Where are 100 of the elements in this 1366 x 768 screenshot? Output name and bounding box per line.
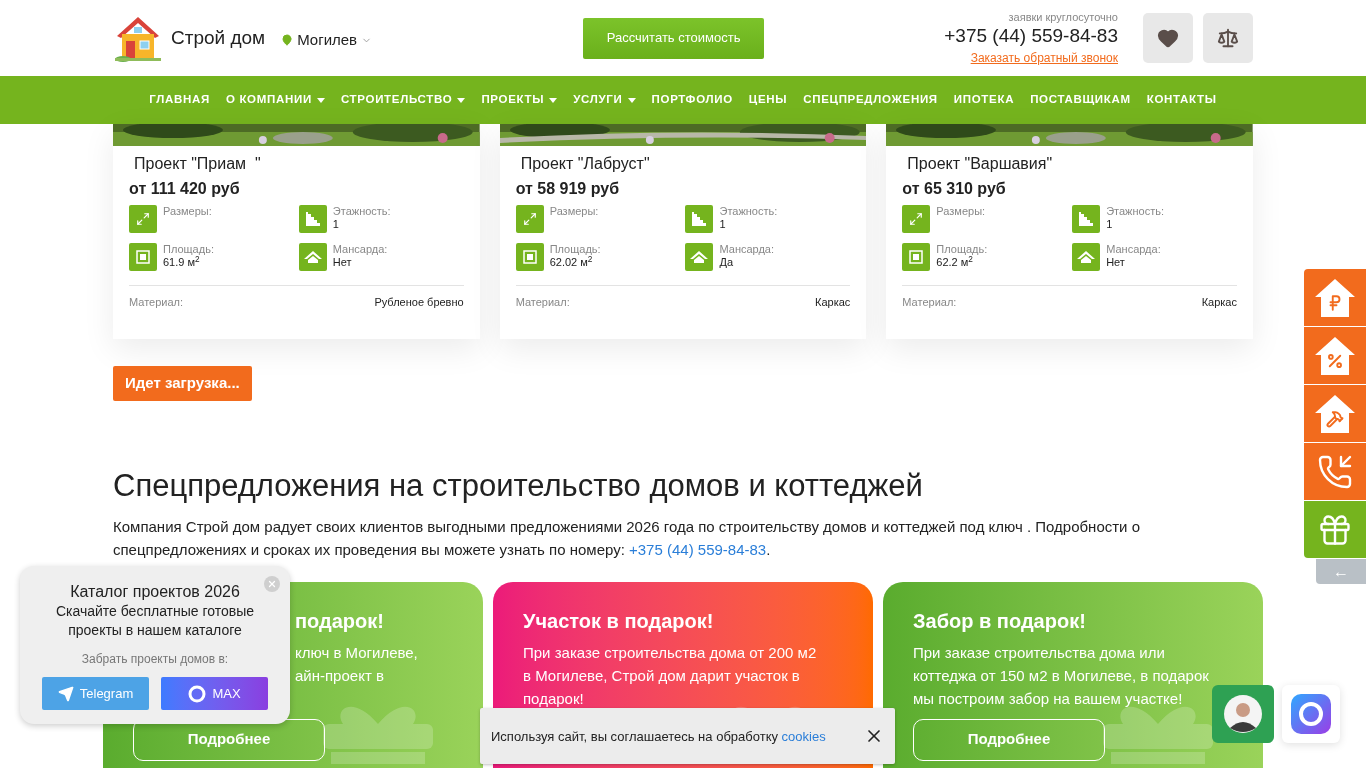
offer-title: Участок в подарок! [523, 608, 715, 633]
nav-link[interactable]: О КОМПАНИИ [225, 91, 325, 109]
spec-value: 62.02 м$^{2}$ [549, 256, 593, 269]
spec-value: Нет [332, 256, 353, 269]
nav-link[interactable]: ГЛАВНАЯ [149, 91, 210, 109]
project-title[interactable]: Проект "Варшавия" [902, 154, 1237, 174]
floor-plan-icon [129, 243, 157, 271]
nav-link[interactable]: СПЕЦПРЕДЛОЖЕНИЯ [803, 91, 938, 109]
floor-plan-icon [515, 243, 544, 271]
resize-icon [515, 205, 544, 233]
stairs-icon [685, 205, 714, 233]
nav-link[interactable]: ПОРТФОЛИО [651, 91, 733, 109]
collapse-tab[interactable]: ← [1316, 559, 1366, 584]
project-title[interactable]: Проект "Лабруст" [515, 154, 851, 174]
nav-link[interactable]: УСЛУГИ [573, 91, 636, 109]
spec-label: Размеры: [163, 205, 212, 218]
offer-text-line: ключ в Могилеве, [295, 642, 419, 663]
material-value: Каркас [815, 295, 851, 310]
offer-text-line: При заказе строительства дома от 200 м2 [523, 642, 818, 663]
nav-link[interactable]: ПОСТАВЩИКАМ [1030, 91, 1131, 109]
spec-label: Размеры: [936, 205, 986, 218]
offer-title: Забор в подарок! [913, 608, 1087, 633]
percent-house-icon [1314, 334, 1356, 377]
offer-text-line: подарок! [523, 688, 585, 709]
calculate-cost-button[interactable]: Рассчитать стоимость [583, 17, 765, 59]
logo-text[interactable]: Строй дом [171, 23, 266, 53]
compare-button[interactable] [1203, 13, 1253, 63]
material-value: Каркас [1201, 295, 1237, 310]
section-intro: Компания Строй дом радует своих клиентов выгодными предложениями 2026 года по строительству домов и коттеджей под ключ . Подробности о спецпредложениях и сроках их проведения вы можете узнать по номеру: +375 (44) 559-84-83. [113, 516, 1141, 560]
hours-note: заявки круглосуточно [1008, 10, 1118, 24]
spec-value: 1 [719, 218, 727, 231]
more-button[interactable]: Подробнее [913, 718, 1105, 761]
popup-text: Скачайте бесплатные готовые проекты в нашем каталоге [54, 602, 256, 640]
telegram-button[interactable]: Telegram [42, 677, 149, 710]
spec-label: Мансарда: [1106, 243, 1161, 256]
consultant-chat-button[interactable] [1212, 685, 1274, 743]
offer-text-line: айн-проект в [295, 665, 385, 686]
heart-icon [1157, 27, 1179, 49]
cookies-link[interactable]: cookies [781, 728, 826, 744]
popup-title: Каталог проектов 2026 [70, 582, 240, 602]
max-chat-button[interactable] [1282, 685, 1340, 743]
max-button[interactable]: MAX [161, 677, 268, 710]
material-value: Рубленое бревно [374, 295, 464, 310]
spec-label: Этажность: [719, 205, 778, 218]
spec-value: Да [719, 256, 735, 269]
resize-icon [129, 205, 157, 233]
spec-label: Площадь: [549, 243, 601, 256]
spec-label: Мансарда: [719, 243, 775, 256]
nav-link[interactable]: ПРОЕКТЫ [481, 91, 558, 109]
material-label: Материал: [902, 295, 957, 310]
spec-value: 1 [1106, 218, 1114, 231]
spec-label: Этажность: [332, 205, 391, 218]
offer-text-line: При заказе строительства дома или [913, 642, 1166, 663]
project-price: от 65 310 руб [902, 179, 1007, 199]
material-label: Материал: [515, 295, 570, 310]
map-pin-icon [281, 34, 294, 46]
spec-value: Нет [1106, 256, 1126, 269]
favorites-button[interactable] [1143, 13, 1193, 63]
spec-value: 61.9 м$^{2}$ [163, 256, 200, 269]
ruble-house-icon [1314, 276, 1356, 319]
spec-label: Размеры: [549, 205, 599, 218]
spec-label: Площадь: [163, 243, 214, 256]
roof-icon [1072, 243, 1101, 271]
avatar-icon [1223, 694, 1263, 734]
loading-button[interactable]: Идет загрузка... [113, 365, 252, 401]
nav-link[interactable]: КОНТАКТЫ [1146, 91, 1217, 109]
scales-icon [1217, 27, 1239, 49]
phone-number[interactable]: +375 (44) 559-84-83 [944, 23, 1118, 48]
side-action-button[interactable] [1304, 443, 1366, 500]
project-title[interactable]: Проект "Приам " [129, 154, 464, 174]
offer-text-line: мы построим забор на вашем участке! [913, 688, 1184, 709]
city-selector[interactable]: Могилев [281, 28, 373, 52]
side-action-button[interactable] [1304, 501, 1366, 558]
offer-title: подарок! [295, 608, 385, 633]
resize-icon [902, 205, 931, 233]
hammer-house-icon [1314, 392, 1356, 435]
nav-link[interactable]: СТРОИТЕЛЬСТВО [340, 91, 466, 109]
cookie-text: Используя сайт, вы соглашаетесь на обработку cookies [491, 727, 827, 746]
side-action-button[interactable] [1304, 269, 1366, 326]
spec-label: Площадь: [936, 243, 988, 256]
spec-label: Мансарда: [332, 243, 388, 256]
side-action-button[interactable] [1304, 327, 1366, 384]
project-price: от 58 919 руб [515, 179, 621, 199]
offer-text-line: в Могилеве, Строй дом дарит участок в [523, 665, 801, 686]
project-price: от 111 420 руб [129, 179, 241, 199]
offer-text-line: коттеджа от 150 м2 в Могилеве, в подарок [913, 665, 1210, 686]
section-heading: Спецпредложения на строительство домов и коттеджей [113, 466, 924, 505]
floor-plan-icon [902, 243, 931, 271]
roof-icon [298, 243, 327, 271]
chat-app-icon [1291, 694, 1331, 734]
chat-bubble-icon [188, 684, 207, 703]
nav-link[interactable]: ЦЕНЫ [748, 91, 788, 109]
callback-link[interactable]: Заказать обратный звонок [970, 49, 1118, 66]
spec-value: 1 [332, 218, 340, 231]
stairs-icon [298, 205, 327, 233]
popup-subtitle: Забрать проекты домов в: [81, 651, 229, 668]
close-icon [267, 579, 277, 589]
nav-link[interactable]: ИПОТЕКА [953, 91, 1015, 109]
side-action-button[interactable] [1304, 385, 1366, 442]
paper-plane-icon [57, 685, 74, 702]
